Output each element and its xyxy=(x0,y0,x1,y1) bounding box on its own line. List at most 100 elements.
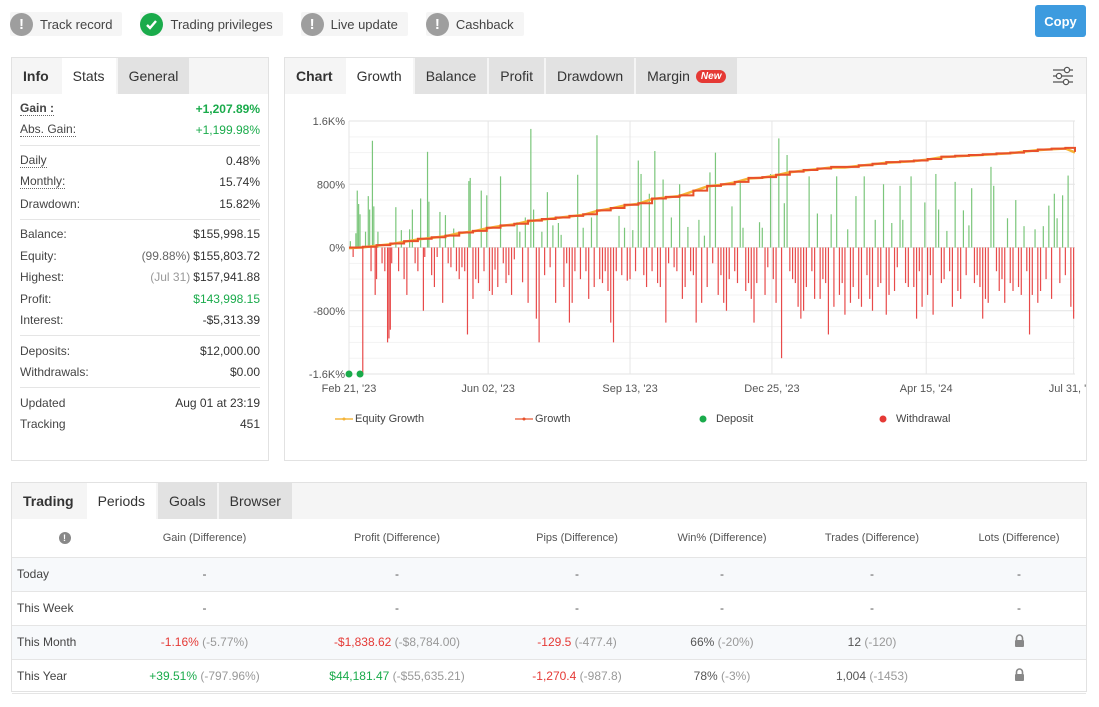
equity-value: $155,803.72 xyxy=(193,248,260,263)
profit-cell: - xyxy=(292,557,502,592)
profit-cell-value: -$1,838.62 xyxy=(333,635,392,649)
legend-equity-growth[interactable]: Equity Growth xyxy=(335,413,515,425)
tab-profit[interactable]: Profit xyxy=(489,58,544,94)
period-label: This Month xyxy=(12,625,117,660)
legend-label: Deposit xyxy=(716,413,754,425)
col-win: Win% (Difference) xyxy=(652,519,792,558)
profit-cell-value: $44,181.47 xyxy=(329,669,390,683)
x-tick-label: Apr 15, '24 xyxy=(900,383,953,395)
trades-value: - xyxy=(870,567,874,581)
badge-label: Live update xyxy=(330,16,398,32)
profit-cell-diff: (-$55,635.21) xyxy=(392,669,465,683)
y-tick-label: -800% xyxy=(313,306,345,318)
legend-label: Withdrawal xyxy=(896,413,951,425)
profit-cell-value: - xyxy=(395,601,399,615)
x-tick-label: Jun 02, '23 xyxy=(461,383,514,395)
badge-label: Track record xyxy=(40,16,113,32)
growth-chart[interactable]: 1.6K% 800% 0% -800% -1.6K% Feb 21, '23 Jun 02,… xyxy=(285,95,1086,405)
trades-cell: - xyxy=(792,591,952,626)
tab-goals[interactable]: Goals xyxy=(158,483,217,519)
table-row: Today - - - - - - xyxy=(12,557,1086,592)
gain-cell-value: +39.51% xyxy=(149,669,197,683)
exclamation-icon: ! xyxy=(300,12,324,36)
badge-cashback[interactable]: ! Cashback xyxy=(425,12,524,36)
lots-cell: - xyxy=(952,557,1086,592)
highest-date: (Jul 31) xyxy=(150,270,191,285)
deposit-marker xyxy=(345,370,353,378)
daily-value: 0.48% xyxy=(225,153,260,168)
tab-periods[interactable]: Periods xyxy=(86,483,157,519)
tab-growth[interactable]: Growth xyxy=(345,58,413,94)
monthly-label[interactable]: Monthly: xyxy=(20,175,66,190)
interest-value: -$5,313.39 xyxy=(202,313,260,328)
tab-drawdown[interactable]: Drawdown xyxy=(545,58,635,94)
y-tick-label: 1.6K% xyxy=(313,116,346,128)
table-row: This Week - - - - - - xyxy=(12,591,1086,626)
badge-label: Trading privileges xyxy=(170,16,273,32)
badge-label: Cashback xyxy=(455,16,514,32)
legend-label: Equity Growth xyxy=(355,413,425,425)
legend-withdrawal[interactable]: Withdrawal xyxy=(878,413,950,425)
lock-icon[interactable] xyxy=(1014,634,1025,650)
gain-cell-diff: (-797.96%) xyxy=(200,669,260,683)
profit-label: Profit: xyxy=(20,291,52,306)
tab-balance[interactable]: Balance xyxy=(414,58,488,94)
badge-track-record[interactable]: ! Track record xyxy=(10,12,123,36)
highest-label: Highest: xyxy=(20,270,65,285)
periods-panel: Trading Periods Goals Browser ! Gain (Di… xyxy=(11,482,1087,694)
chart-title: Chart xyxy=(285,58,344,94)
gain-value: +1,207.89% xyxy=(195,101,260,116)
filter-settings-icon[interactable] xyxy=(1052,66,1074,86)
info-icon[interactable]: ! xyxy=(58,531,71,544)
pips-cell: -1,270.4 (-987.8) xyxy=(502,659,652,694)
period-label: This Week xyxy=(12,591,117,626)
col-lots: Lots (Difference) xyxy=(952,519,1086,558)
trades-value: 12 xyxy=(847,635,861,649)
win-cell: - xyxy=(652,591,792,626)
stats-tabbar: Info Stats General xyxy=(12,58,268,94)
tab-margin[interactable]: Margin New xyxy=(636,58,738,94)
period-label: This Year xyxy=(12,659,117,694)
lock-icon[interactable] xyxy=(1014,668,1025,684)
tracking-value: 451 xyxy=(239,417,260,432)
interest-label: Interest: xyxy=(20,313,64,328)
gain-cell: -1.16% (-5.77%) xyxy=(117,625,292,660)
trades-diff: (-120) xyxy=(864,635,897,649)
abs-gain-value: +1,199.98% xyxy=(195,123,260,138)
win-value: 66% xyxy=(690,635,715,649)
trades-cell: - xyxy=(792,557,952,592)
tab-trading[interactable]: Trading xyxy=(12,483,85,519)
period-label: Today xyxy=(12,557,117,592)
tab-info[interactable]: Info xyxy=(12,58,60,94)
profit-cell: - xyxy=(292,591,502,626)
tab-general[interactable]: General xyxy=(117,58,190,94)
exclamation-icon: ! xyxy=(10,12,33,36)
abs-gain-label[interactable]: Abs. Gain: xyxy=(20,123,77,138)
highest-value: $157,941.88 xyxy=(193,270,260,285)
y-tick-label: 800% xyxy=(317,179,345,191)
legend-growth[interactable]: Growth xyxy=(515,413,698,425)
trades-value: 1,004 xyxy=(835,669,866,683)
pips-cell: - xyxy=(502,557,652,592)
tab-browser[interactable]: Browser xyxy=(218,483,292,519)
gain-cell-value: - xyxy=(202,567,207,581)
gain-cell-diff: (-5.77%) xyxy=(202,635,249,649)
legend-deposit[interactable]: Deposit xyxy=(698,413,878,425)
lots-cell xyxy=(952,625,1086,660)
daily-label[interactable]: Daily xyxy=(20,153,47,168)
badge-trading-privileges[interactable]: Trading privileges xyxy=(140,12,283,36)
table-row: This Year +39.51% (-797.96%) $44,181.47 (-… xyxy=(12,659,1086,694)
stats-panel: Info Stats General Gain : +1,207.89% Abs.… xyxy=(11,57,269,461)
win-cell: - xyxy=(652,557,792,592)
copy-button[interactable]: Copy xyxy=(1035,5,1086,37)
badge-live-update[interactable]: ! Live update xyxy=(300,12,408,36)
tab-stats[interactable]: Stats xyxy=(61,58,116,94)
gain-label[interactable]: Gain : xyxy=(20,101,55,116)
win-cell: 66% (-20%) xyxy=(652,625,792,660)
periods-tabbar: Trading Periods Goals Browser xyxy=(12,483,1086,519)
win-diff: (-3%) xyxy=(721,669,751,683)
chart-tabbar: Chart Growth Balance Profit Drawdown Mar… xyxy=(285,58,1086,94)
x-tick-label: Sep 13, '23 xyxy=(602,383,657,395)
trades-cell: 1,004 (-1453) xyxy=(792,659,952,694)
periods-table: ! Gain (Difference) Profit (Difference) … xyxy=(12,519,1086,694)
